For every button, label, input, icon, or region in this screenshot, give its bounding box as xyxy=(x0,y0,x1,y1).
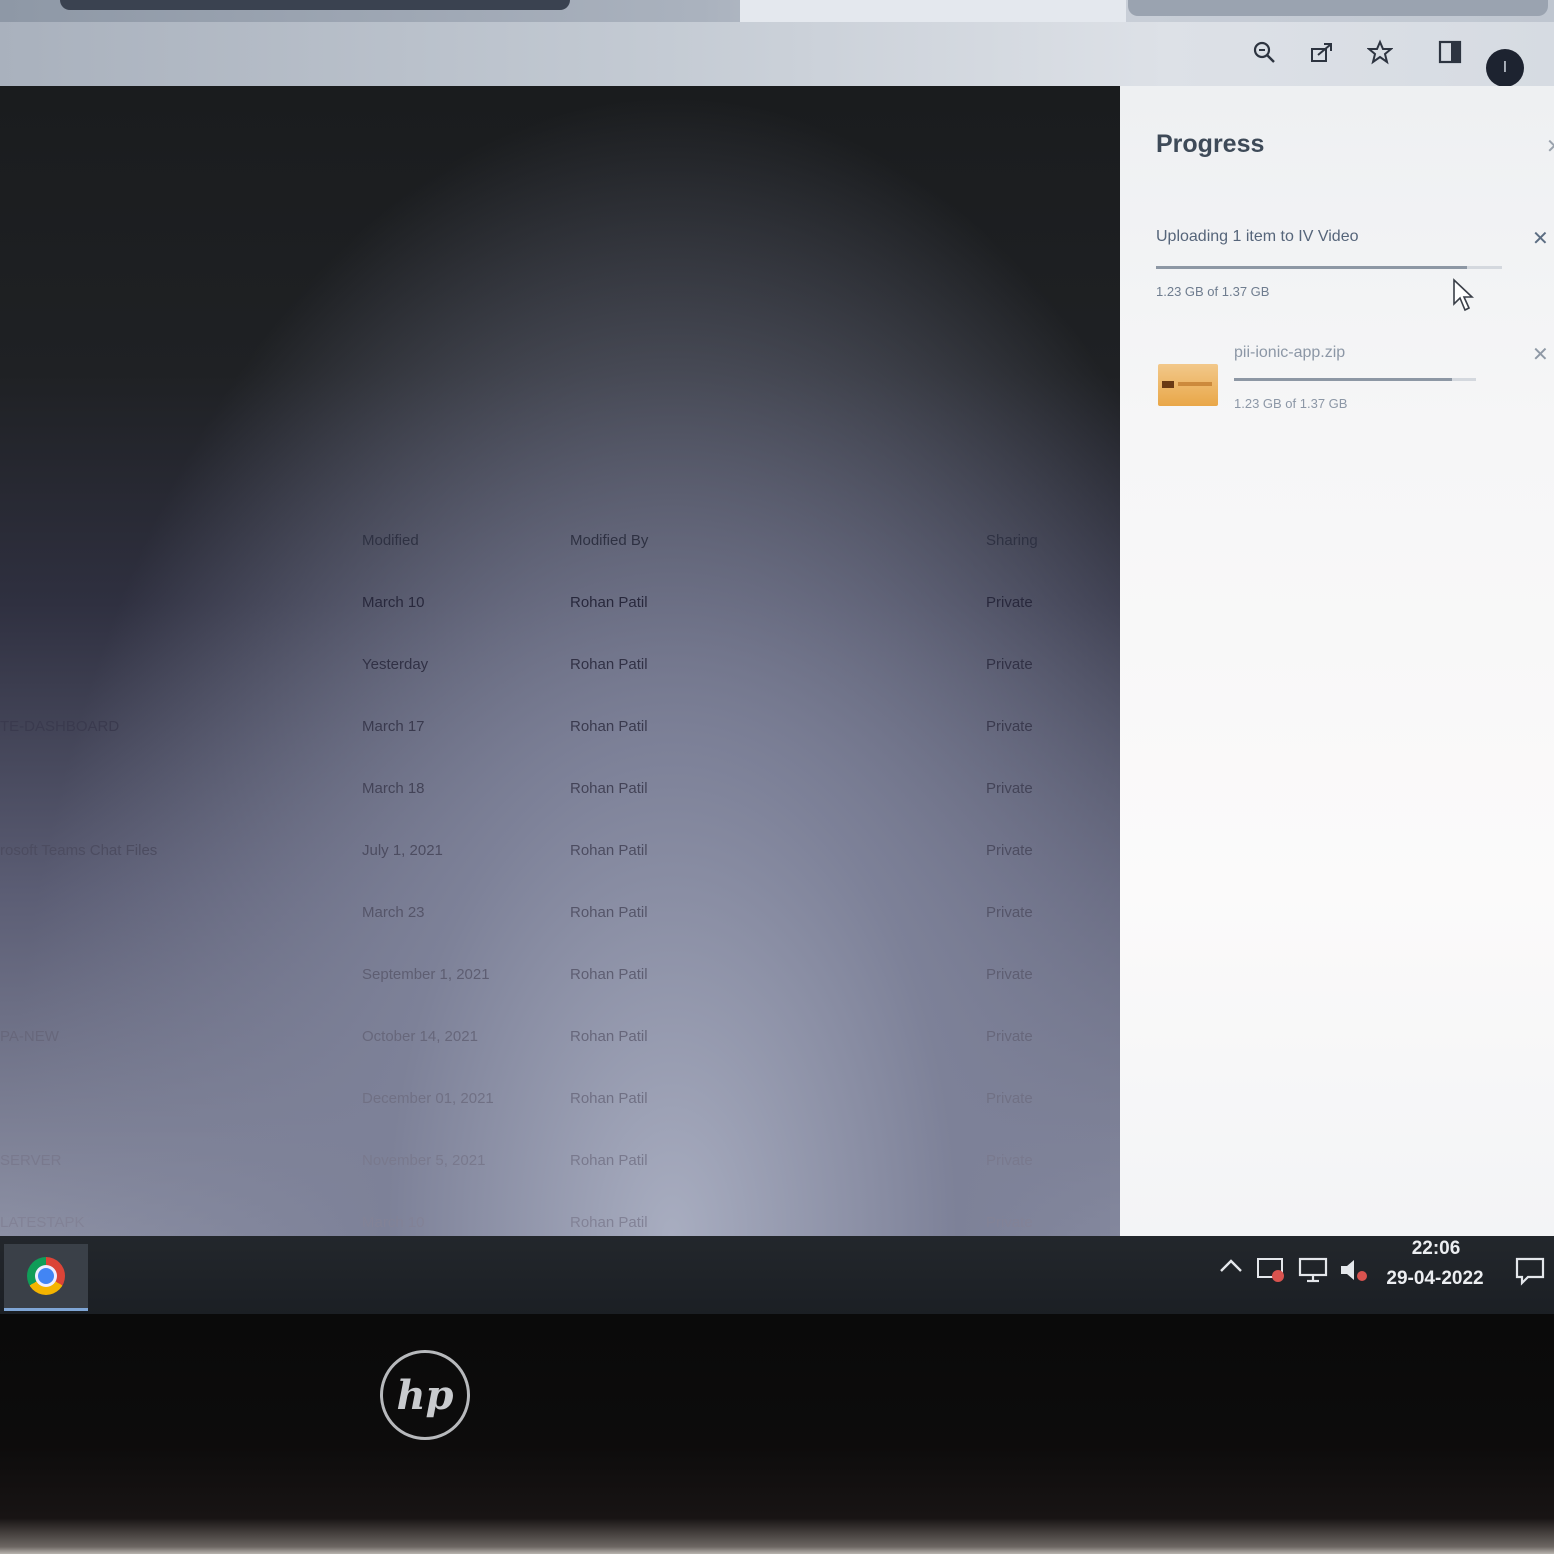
row-owner: Rohan Patil xyxy=(570,718,648,735)
table-row[interactable]: Yesterday Rohan Patil Private xyxy=(0,656,1120,686)
row-access: Private xyxy=(986,842,1033,859)
cancel-upload-icon[interactable]: ✕ xyxy=(1532,226,1549,251)
panel-close-icon[interactable]: ✕ xyxy=(1546,134,1554,159)
row-modified: July 1, 2021 xyxy=(362,842,443,859)
row-name: rosoft Teams Chat Files xyxy=(0,842,158,859)
upload-size-text: 1.23 GB of 1.37 GB xyxy=(1156,284,1270,299)
cancel-file-icon[interactable]: ✕ xyxy=(1532,342,1549,367)
header-modified[interactable]: Modified xyxy=(362,532,419,549)
row-access: Private xyxy=(986,594,1033,611)
row-modified: November 5, 2021 xyxy=(362,1152,486,1169)
side-panel-icon[interactable] xyxy=(1432,34,1468,70)
volume-icon[interactable] xyxy=(1338,1256,1370,1289)
clock-time[interactable]: 22:06 xyxy=(1386,1238,1486,1260)
row-owner: Rohan Patil xyxy=(570,1090,648,1107)
row-access: Private xyxy=(986,1214,1033,1231)
upload-progress-fill xyxy=(1156,266,1468,269)
file-progress-fill xyxy=(1234,378,1452,381)
row-access: Private xyxy=(986,656,1033,673)
row-access: Private xyxy=(986,718,1033,735)
taskbar: 22:06 29-04-2022 xyxy=(0,1236,1554,1314)
tab-active[interactable] xyxy=(740,0,1126,22)
row-modified: March 18 xyxy=(362,780,425,797)
table-row[interactable]: March 23 Rohan Patil Private xyxy=(0,904,1120,934)
defender-icon[interactable] xyxy=(1256,1256,1288,1289)
table-header: Modified Modified By Sharing xyxy=(0,532,1120,562)
star-icon[interactable] xyxy=(1362,34,1398,70)
table-row[interactable]: March 18 Rohan Patil Private xyxy=(0,780,1120,810)
table-row[interactable]: SERVER November 5, 2021 Rohan Patil Private xyxy=(0,1152,1120,1182)
row-owner: Rohan Patil xyxy=(570,904,648,921)
file-name: pii-ionic-app.zip xyxy=(1234,344,1346,361)
row-owner: Rohan Patil xyxy=(570,656,648,673)
row-modified: Yesterday xyxy=(362,656,429,673)
row-owner: Rohan Patil xyxy=(570,842,648,859)
hp-logo-text: hp xyxy=(396,1371,454,1419)
file-list-area: Modified Modified By Sharing March 10 Roh… xyxy=(0,86,1120,1236)
table-row[interactable]: PA-NEW October 14, 2021 Rohan Patil Private xyxy=(0,1028,1120,1058)
hp-logo: hp xyxy=(380,1350,470,1440)
row-access: Private xyxy=(986,904,1033,921)
profile-initial: I xyxy=(1502,59,1508,76)
row-owner: Rohan Patil xyxy=(570,1028,648,1045)
zoom-icon[interactable] xyxy=(1246,34,1282,70)
table-row[interactable]: LATESTAPK March 10 Rohan Patil Private xyxy=(0,1214,1120,1236)
row-modified: September 1, 2021 xyxy=(362,966,490,983)
chrome-icon xyxy=(27,1257,65,1295)
chevron-up-icon[interactable] xyxy=(1218,1256,1244,1281)
zip-file-icon xyxy=(1158,364,1218,406)
network-icon[interactable] xyxy=(1298,1256,1330,1289)
row-access: Private xyxy=(986,1028,1033,1045)
progress-panel: Progress ✕ Uploading 1 item to IV Video … xyxy=(1120,86,1554,1236)
browser-toolbar: I xyxy=(0,22,1554,87)
table-row[interactable]: September 1, 2021 Rohan Patil Private xyxy=(0,966,1120,996)
clock-date[interactable]: 29-04-2022 xyxy=(1380,1268,1490,1290)
row-access: Private xyxy=(986,966,1033,983)
row-modified: December 01, 2021 xyxy=(362,1090,494,1107)
upload-status-text: Uploading 1 item to IV Video xyxy=(1156,228,1359,245)
file-progress-bar xyxy=(1234,378,1476,381)
row-owner: Rohan Patil xyxy=(570,1214,648,1231)
file-size-text: 1.23 GB of 1.37 GB xyxy=(1234,396,1348,411)
header-owner[interactable]: Modified By xyxy=(570,532,648,549)
profile-avatar[interactable]: I xyxy=(1486,49,1524,87)
row-access: Private xyxy=(986,1152,1033,1169)
row-access: Private xyxy=(986,1090,1033,1107)
table-row[interactable]: March 10 Rohan Patil Private xyxy=(0,594,1120,624)
row-owner: Rohan Patil xyxy=(570,966,648,983)
table-row[interactable]: TE-DASHBOARD March 17 Rohan Patil Private xyxy=(0,718,1120,748)
share-icon[interactable] xyxy=(1304,34,1340,70)
tab-inactive[interactable] xyxy=(60,0,570,10)
laptop-bezel xyxy=(0,1314,1554,1554)
row-owner: Rohan Patil xyxy=(570,594,648,611)
row-modified: March 10 xyxy=(362,1214,425,1231)
mouse-cursor-icon xyxy=(1450,278,1478,319)
row-name: TE-DASHBOARD xyxy=(0,718,120,735)
row-access: Private xyxy=(986,780,1033,797)
tab-strip xyxy=(0,0,1554,22)
table-row[interactable]: December 01, 2021 Rohan Patil Private xyxy=(0,1090,1120,1120)
row-name: LATESTAPK xyxy=(0,1214,85,1231)
row-modified: October 14, 2021 xyxy=(362,1028,478,1045)
row-owner: Rohan Patil xyxy=(570,1152,648,1169)
upload-progress-bar xyxy=(1156,266,1502,269)
row-modified: March 17 xyxy=(362,718,425,735)
header-access[interactable]: Sharing xyxy=(986,532,1038,549)
chrome-taskbar-button[interactable] xyxy=(4,1244,88,1311)
row-name: SERVER xyxy=(0,1152,62,1169)
panel-title: Progress xyxy=(1156,130,1265,158)
row-modified: March 10 xyxy=(362,594,425,611)
row-owner: Rohan Patil xyxy=(570,780,648,797)
row-modified: March 23 xyxy=(362,904,425,921)
notification-icon[interactable] xyxy=(1514,1256,1546,1291)
table-row[interactable]: rosoft Teams Chat Files July 1, 2021 Rohan… xyxy=(0,842,1120,872)
tab-inactive-right[interactable] xyxy=(1128,0,1548,16)
row-name: PA-NEW xyxy=(0,1028,59,1045)
